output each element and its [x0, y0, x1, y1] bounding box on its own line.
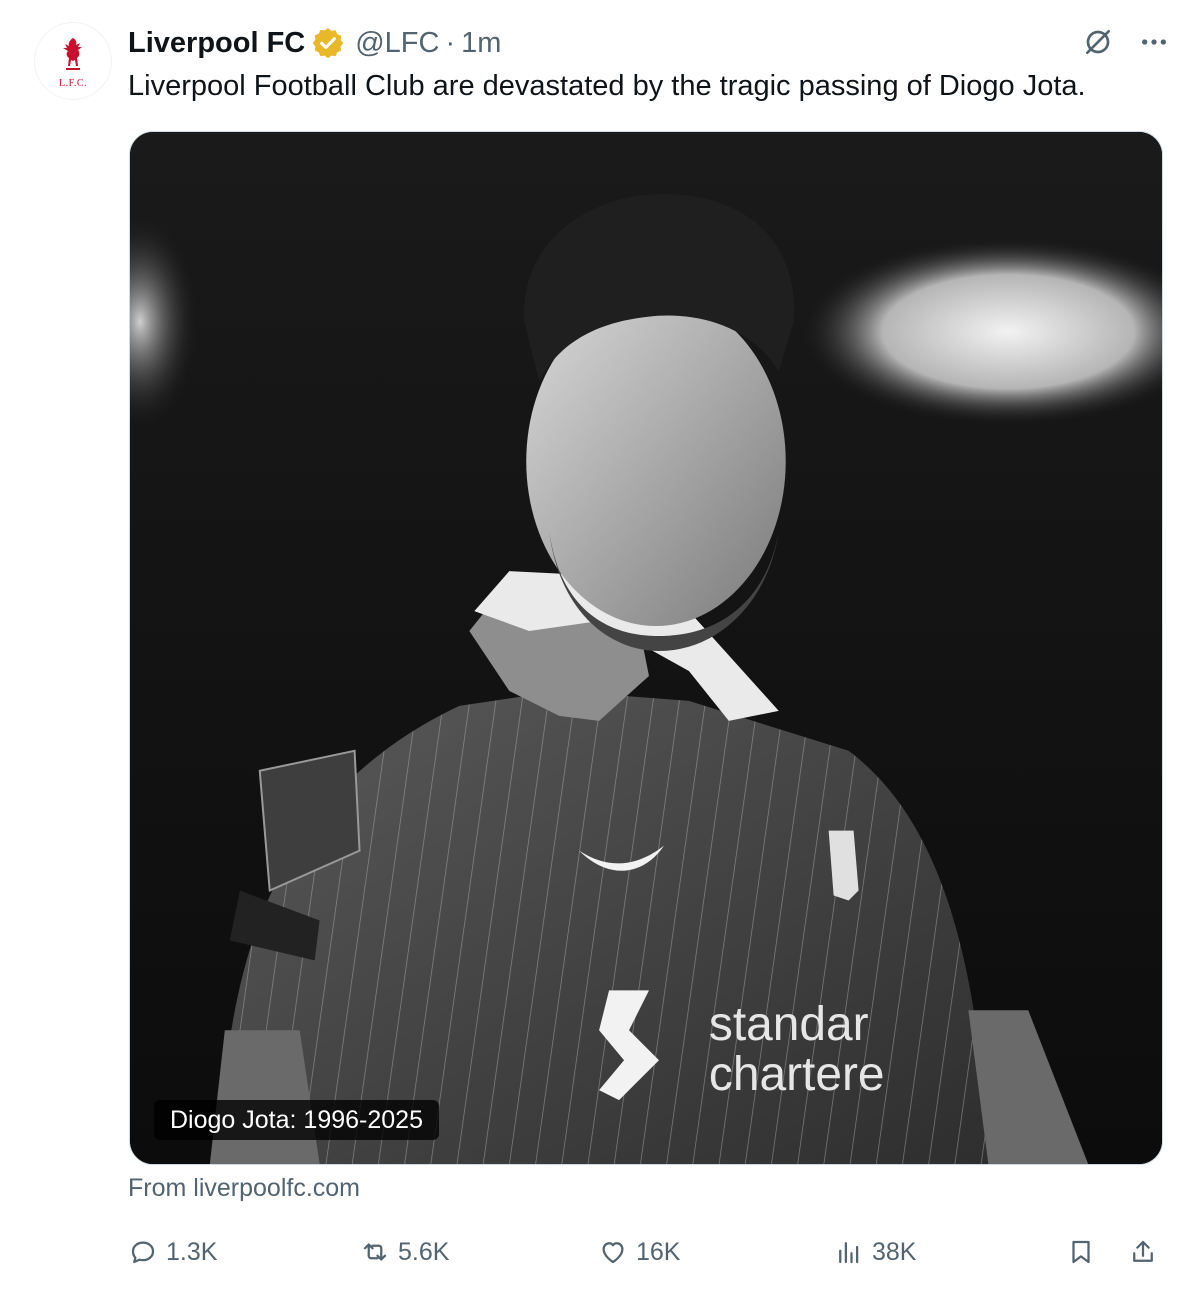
views-button[interactable]: 38K: [834, 1228, 916, 1276]
source-link[interactable]: From liverpoolfc.com: [128, 1174, 360, 1203]
more-icon[interactable]: [1136, 24, 1172, 60]
share-icon: [1133, 1240, 1153, 1262]
post-time[interactable]: 1m: [461, 27, 501, 60]
action-bar: 1.3K 5.6K 16K 38K: [128, 1228, 1168, 1276]
bookmark-button[interactable]: [1066, 1228, 1096, 1276]
like-button[interactable]: 16K: [598, 1228, 680, 1276]
sponsor-text-2: chartere: [709, 1048, 885, 1101]
reply-count: 1.3K: [166, 1237, 218, 1266]
liverbird-crest-icon: [63, 37, 82, 70]
sponsor-text-1: standar: [709, 998, 869, 1051]
media-caption: Diogo Jota: 1996-2025: [154, 1100, 439, 1140]
heart-icon: [602, 1242, 624, 1264]
author-handle[interactable]: @LFC: [355, 27, 439, 60]
verified-badge-icon: [312, 28, 344, 59]
views-count: 38K: [872, 1237, 917, 1266]
grok-icon[interactable]: [1080, 24, 1116, 60]
reply-icon: [131, 1241, 155, 1264]
share-button[interactable]: [1128, 1228, 1158, 1276]
tweet-header: Liverpool FC @LFC · 1m: [128, 22, 501, 64]
repost-button[interactable]: 5.6K: [360, 1228, 449, 1276]
player-photo: standar chartere: [130, 132, 1162, 1164]
author-name[interactable]: Liverpool FC: [128, 27, 305, 60]
repost-count: 5.6K: [398, 1237, 450, 1266]
avatar[interactable]: L.F.C.: [34, 22, 112, 100]
tweet: L.F.C. Liverpool FC @LFC · 1m Liverpool …: [0, 0, 1196, 1296]
views-icon: [839, 1242, 859, 1264]
top-actions: [1080, 24, 1172, 60]
tweet-media[interactable]: standar chartere Diogo Jota: 1996-2025: [129, 131, 1163, 1165]
repost-icon: [363, 1243, 387, 1261]
like-count: 16K: [636, 1237, 681, 1266]
separator-dot: ·: [445, 26, 456, 59]
bookmark-icon: [1072, 1240, 1090, 1264]
crest-text: L.F.C.: [58, 77, 88, 89]
tweet-text: Liverpool Football Club are devastated b…: [128, 70, 1086, 102]
reply-button[interactable]: 1.3K: [128, 1228, 217, 1276]
